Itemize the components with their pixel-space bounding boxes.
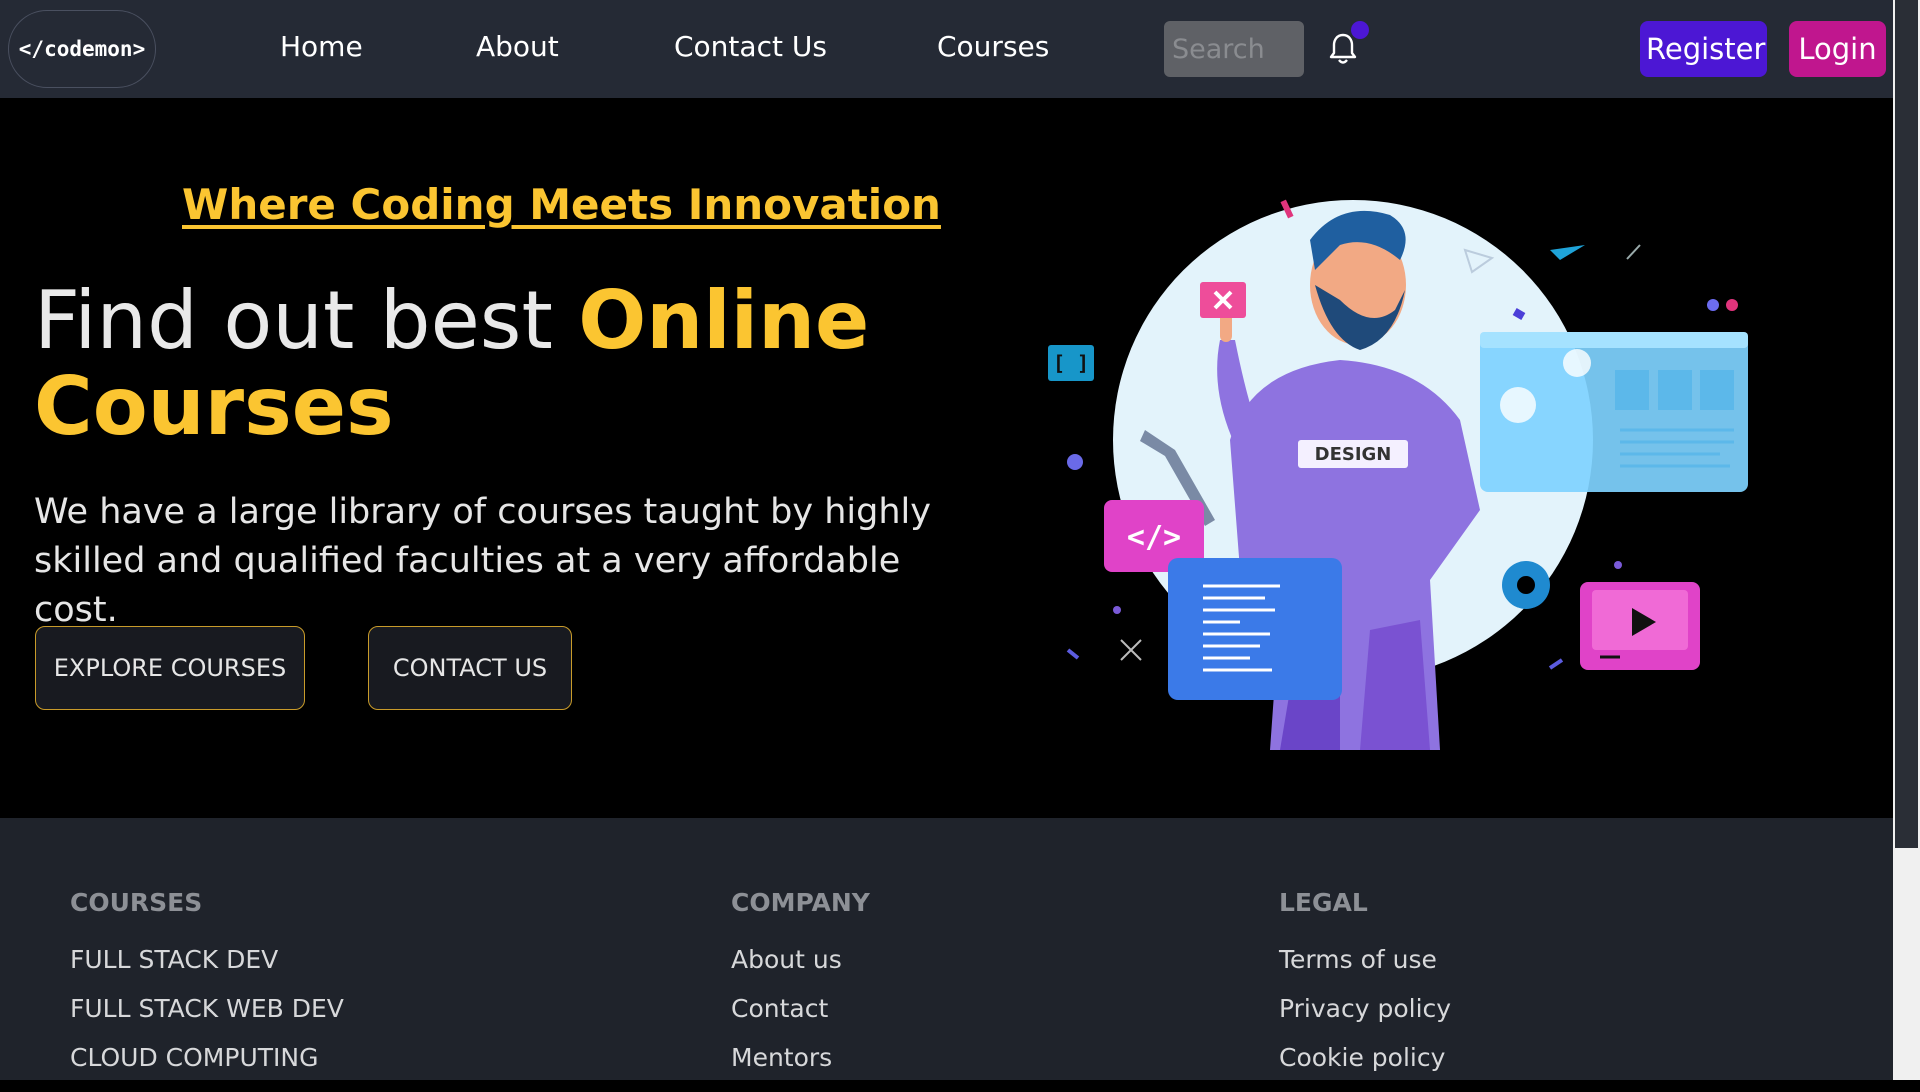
hero-description: We have a large library of courses taugh… <box>34 492 931 630</box>
footer-heading: COURSES <box>70 888 203 917</box>
footer-column-company: COMPANY About us Contact Mentors <box>731 888 870 1092</box>
svg-text:DESIGN: DESIGN <box>1315 444 1392 465</box>
footer-link[interactable]: CLOUD COMPUTING <box>70 1043 344 1072</box>
contact-us-button[interactable]: CONTACT US <box>368 626 572 710</box>
footer-link[interactable]: Cookie policy <box>1279 1043 1451 1072</box>
nav-link-courses[interactable]: Courses <box>937 30 1049 63</box>
footer-link[interactable]: About us <box>731 945 870 974</box>
footer-link[interactable]: Terms of use <box>1279 945 1451 974</box>
explore-courses-button[interactable]: EXPLORE COURSES <box>35 626 305 710</box>
footer-link[interactable]: FULL STACK WEB DEV <box>70 994 344 1023</box>
search-input[interactable] <box>1164 21 1304 77</box>
brand-logo[interactable]: </codemon> <box>8 10 156 88</box>
footer-heading: COMPANY <box>731 888 870 917</box>
svg-text:</>: </> <box>1127 520 1181 555</box>
document-panel <box>1168 558 1342 700</box>
hero-title: Find out best Online Courses <box>34 278 914 450</box>
register-button[interactable]: Register <box>1640 21 1767 77</box>
nav-link-about[interactable]: About <box>476 30 559 63</box>
svg-text:[ ]: [ ] <box>1053 351 1089 375</box>
footer-link[interactable]: Privacy policy <box>1279 994 1451 1023</box>
developer-illustration: [ ] DESIGN </> <box>1048 199 1748 750</box>
footer-heading: LEGAL <box>1279 888 1368 917</box>
login-button[interactable]: Login <box>1789 21 1886 77</box>
nav-link-contact-us[interactable]: Contact Us <box>674 30 827 63</box>
nav-link-home[interactable]: Home <box>280 30 363 63</box>
footer-link[interactable]: FULL STACK DEV <box>70 945 344 974</box>
hero-title-plain: Find out best <box>34 274 579 367</box>
notification-dot <box>1351 21 1369 39</box>
scrollbar-thumb[interactable] <box>1895 0 1918 848</box>
footer-link[interactable]: Contact <box>731 994 870 1023</box>
footer-link[interactable]: Mentors <box>731 1043 870 1072</box>
footer-column-legal: LEGAL Terms of use Privacy policy Cookie… <box>1279 888 1451 1092</box>
hero-tagline[interactable]: Where Coding Meets Innovation <box>182 180 941 229</box>
navbar: </codemon> Home About Contact Us Courses… <box>0 0 1893 98</box>
footer: COURSES FULL STACK DEV FULL STACK WEB DE… <box>0 818 1893 1080</box>
footer-column-courses: COURSES FULL STACK DEV FULL STACK WEB DE… <box>70 888 344 1092</box>
